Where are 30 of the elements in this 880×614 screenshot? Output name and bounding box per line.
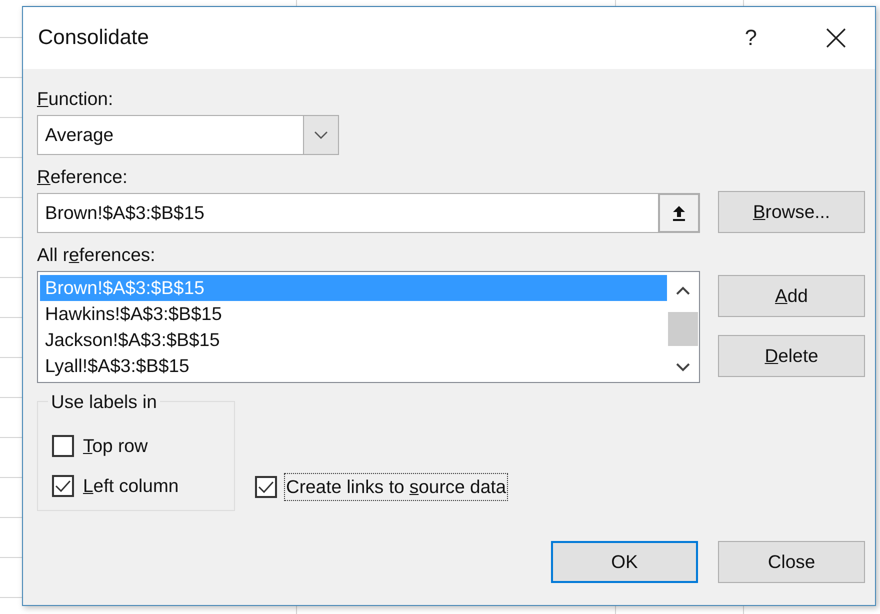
checkbox-label[interactable]: Top row	[81, 432, 150, 460]
reference-item[interactable]: Jackson!$A$3:$B$15	[40, 327, 667, 353]
upload-arrow-icon	[672, 205, 686, 221]
reference-item[interactable]: Hawkins!$A$3:$B$15	[40, 301, 667, 327]
reference-field[interactable]: Brown!$A$3:$B$15	[37, 193, 658, 233]
checkbox[interactable]	[52, 475, 74, 497]
help-button[interactable]: ?	[744, 25, 757, 51]
checkbox-label[interactable]: Left column	[81, 472, 181, 500]
function-label: Function:	[37, 87, 114, 111]
checkmark-icon	[258, 481, 274, 493]
reference-item[interactable]: Lyall!$A$3:$B$15	[40, 353, 667, 379]
chevron-down-icon	[314, 131, 328, 139]
delete-button[interactable]: Delete	[718, 335, 865, 377]
close-button[interactable]: Close	[718, 541, 865, 583]
checkbox[interactable]	[52, 435, 74, 457]
checkbox-label[interactable]: Create links to source data	[284, 473, 508, 501]
function-dropdown[interactable]: Average	[37, 115, 339, 155]
scroll-down-icon[interactable]	[676, 363, 690, 372]
checkbox[interactable]	[255, 476, 277, 498]
browse-button[interactable]: Browse...	[718, 191, 865, 233]
close-icon[interactable]	[825, 27, 847, 49]
scroll-thumb[interactable]	[668, 312, 698, 346]
checkmark-icon	[55, 480, 71, 492]
ok-button[interactable]: OK	[551, 541, 698, 583]
scroll-up-icon[interactable]	[676, 286, 690, 295]
collapse-button[interactable]	[658, 193, 700, 233]
add-button[interactable]: Add	[718, 275, 865, 317]
reference-label: Reference:	[37, 165, 128, 189]
window-title: Consolidate	[38, 26, 150, 50]
all-references-label: All references:	[37, 243, 156, 267]
